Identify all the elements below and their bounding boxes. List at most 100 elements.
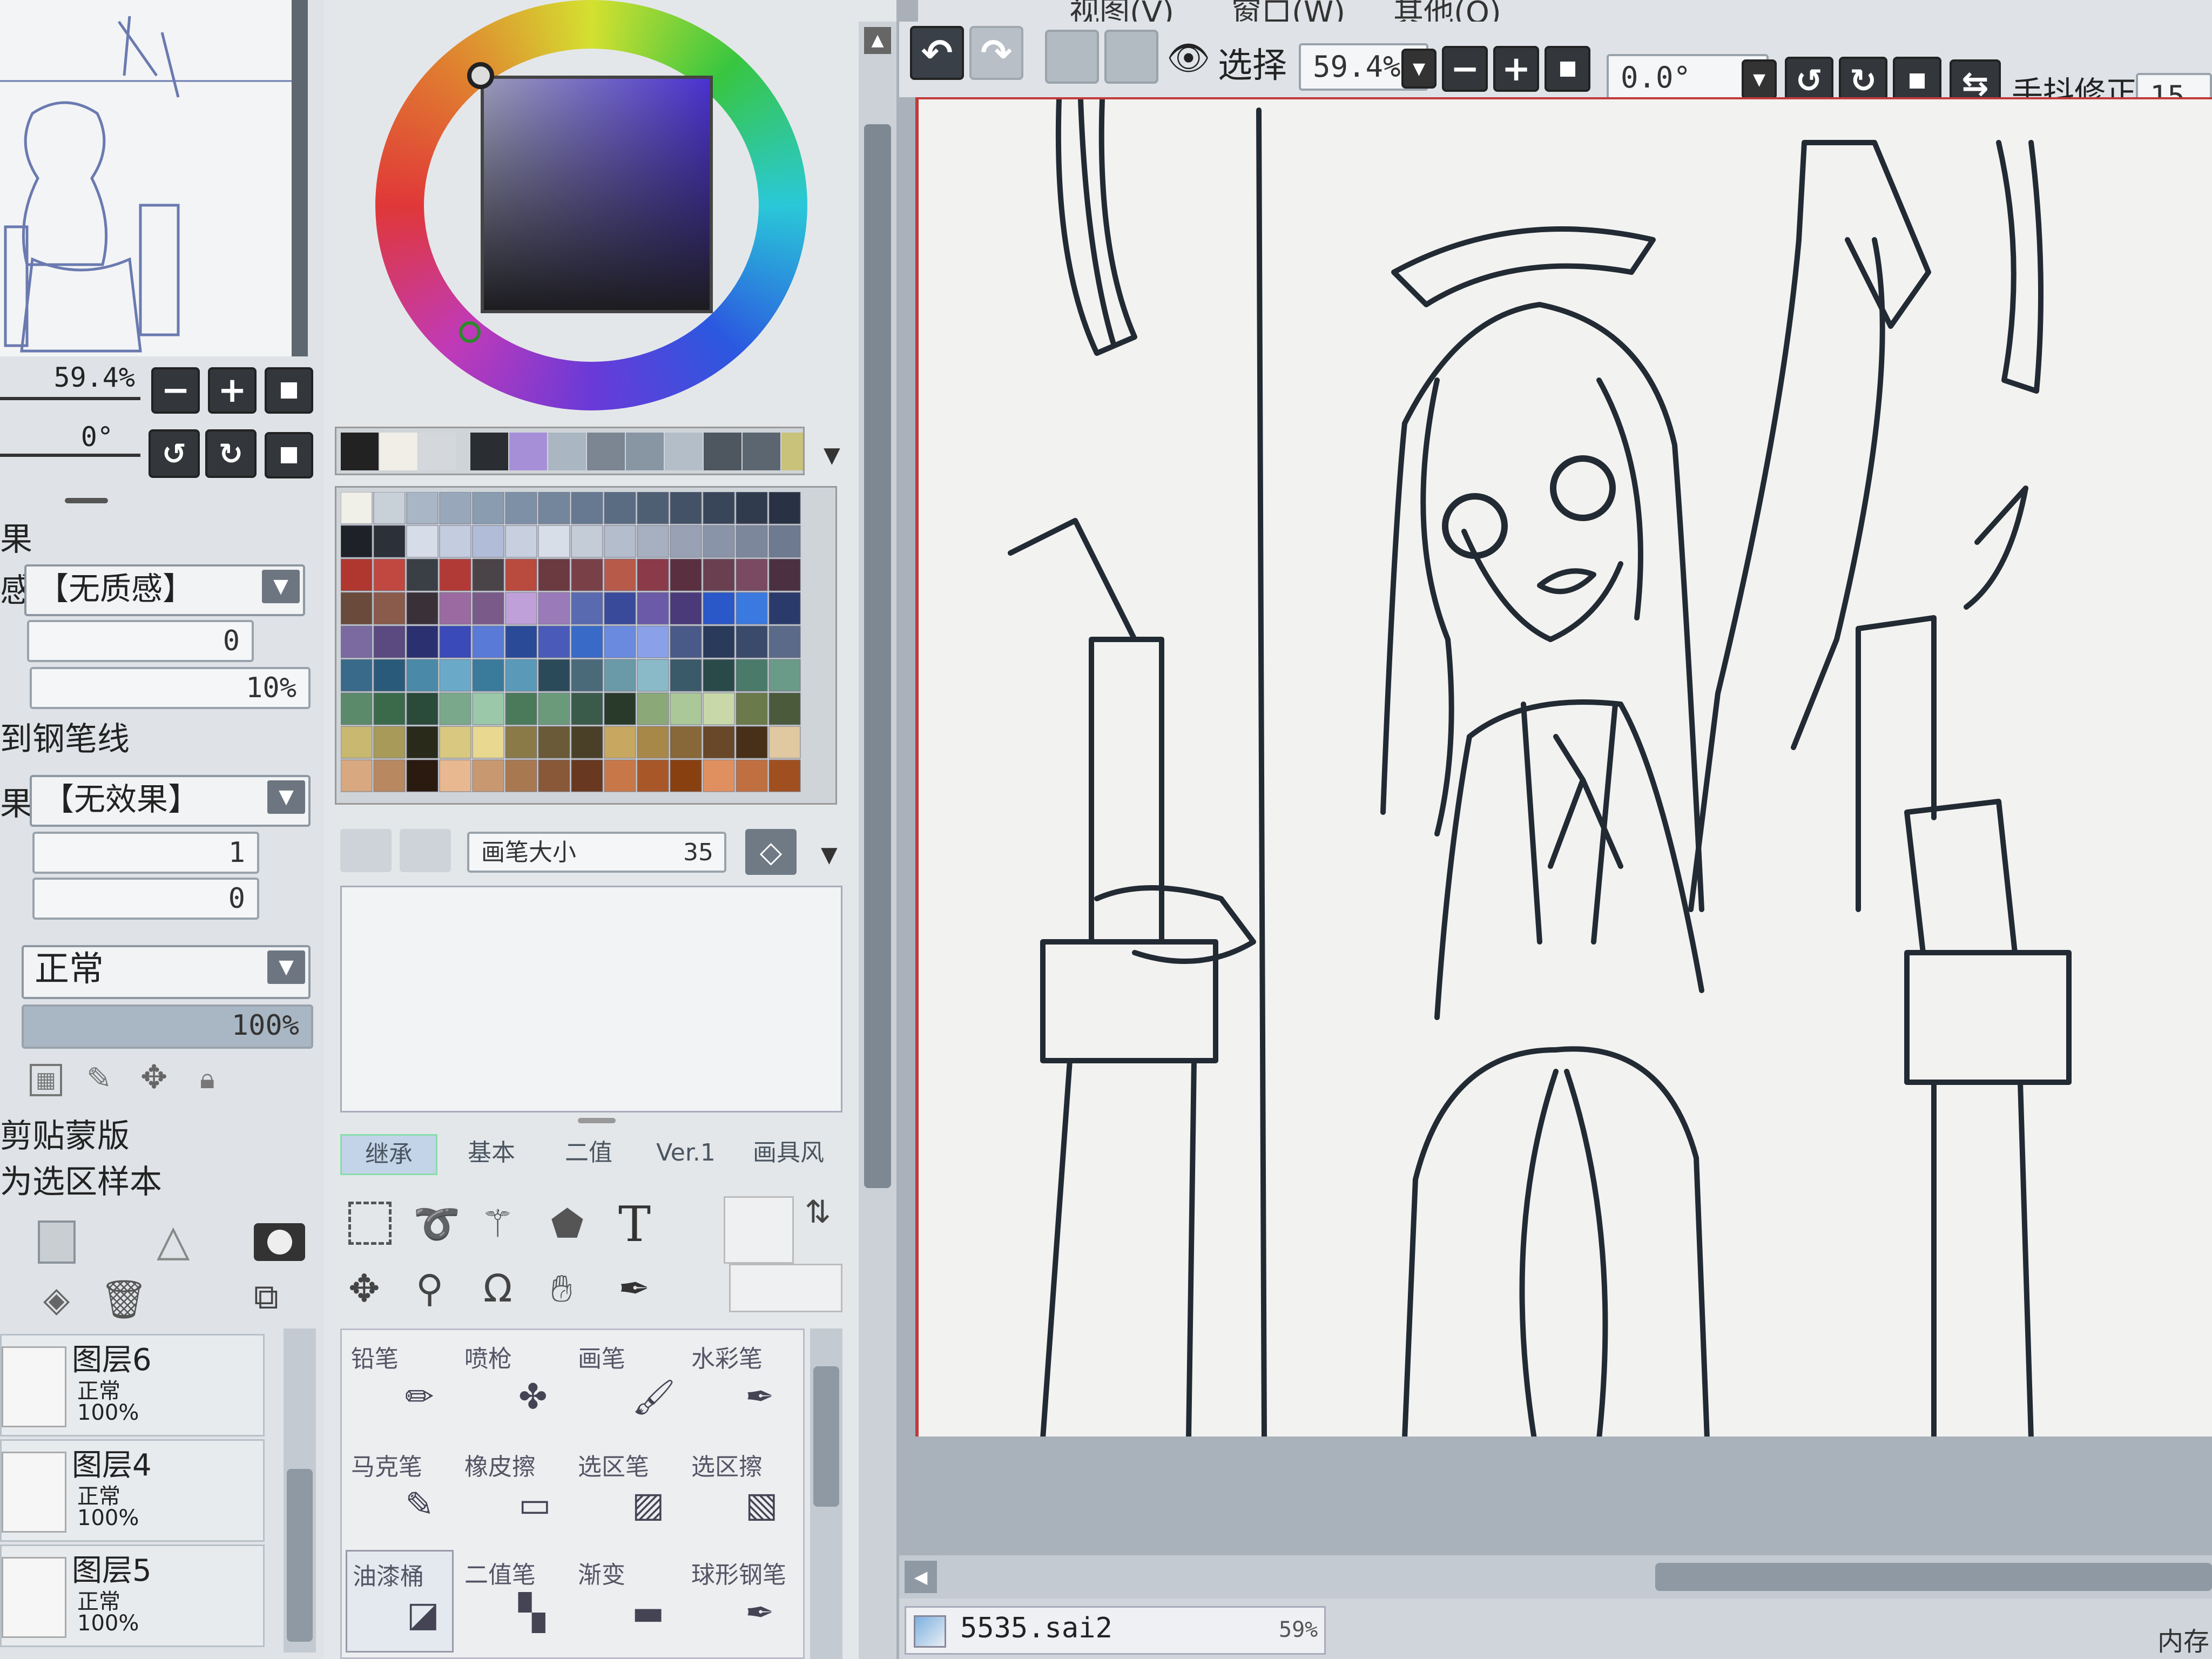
palette-swatch[interactable]: [538, 492, 570, 524]
tab-binary[interactable]: 二值: [545, 1134, 632, 1172]
layer-row[interactable]: 图层6 正常 100%: [0, 1334, 265, 1437]
palette-swatch[interactable]: [505, 492, 537, 524]
palette-swatch[interactable]: [703, 492, 735, 524]
chevron-down-icon[interactable]: ▼: [1401, 49, 1437, 89]
palette-swatch[interactable]: [604, 625, 636, 658]
brush-tool-item[interactable]: 选区笔 ▨: [572, 1442, 680, 1545]
brush-tool-item[interactable]: 选区擦 ▧: [686, 1442, 794, 1545]
palette-swatch[interactable]: [538, 759, 570, 792]
palette-swatch[interactable]: [604, 525, 636, 558]
palette-swatch[interactable]: [538, 558, 570, 591]
magic-wand-icon[interactable]: ⚚: [481, 1202, 529, 1246]
scrollbar-thumb[interactable]: [813, 1366, 839, 1507]
palette-swatch[interactable]: [341, 659, 373, 692]
brush-mode-button[interactable]: [340, 829, 392, 872]
palette-swatch[interactable]: [373, 492, 406, 524]
palette-swatch[interactable]: [637, 726, 669, 759]
merge-layer-icon[interactable]: ⧉: [254, 1277, 302, 1320]
palette-swatch[interactable]: [768, 492, 801, 524]
palette-swatch[interactable]: [406, 625, 439, 658]
palette-swatch[interactable]: [768, 659, 801, 692]
palette-swatch[interactable]: [571, 592, 603, 625]
palette-swatch[interactable]: [637, 659, 669, 692]
invert-selection-button[interactable]: [1104, 30, 1158, 84]
brush-tool-item[interactable]: 画笔 🖌︎: [572, 1334, 680, 1437]
text-tool-icon[interactable]: T: [618, 1196, 667, 1253]
brush-size-slider[interactable]: 画笔大小 35: [467, 832, 726, 873]
palette-swatch[interactable]: [670, 592, 702, 625]
palette-swatch[interactable]: [439, 625, 471, 658]
palette-swatch[interactable]: [538, 625, 570, 658]
chevron-up-icon[interactable]: ▲: [864, 27, 891, 54]
palette-swatch[interactable]: [406, 759, 439, 792]
palette-swatch[interactable]: [439, 726, 471, 759]
panel-splitter[interactable]: [578, 1118, 616, 1123]
brush-mode-button-2[interactable]: [400, 829, 451, 872]
tab-painttool[interactable]: 画具风: [740, 1134, 837, 1172]
delete-layer-icon[interactable]: 🗑︎: [100, 1277, 148, 1321]
palette-swatch[interactable]: [670, 759, 702, 792]
palette-swatch[interactable]: [571, 759, 603, 792]
palette-swatch[interactable]: [538, 659, 570, 692]
palette-swatch[interactable]: [703, 625, 735, 658]
hand-tool-icon[interactable]: ✋︎: [551, 1266, 599, 1311]
palette-swatch[interactable]: [703, 759, 735, 792]
document-tab[interactable]: 5535.sai2 59%: [905, 1606, 1326, 1655]
palette-swatch[interactable]: [736, 726, 768, 759]
lock-all-icon[interactable]: 🔒︎: [200, 1063, 232, 1095]
palette-swatch[interactable]: [571, 525, 603, 558]
palette-swatch[interactable]: [736, 558, 768, 591]
palette-swatch[interactable]: [736, 625, 768, 658]
recent-colors-bar[interactable]: [335, 427, 805, 475]
palette-swatch[interactable]: [472, 759, 504, 792]
palette-swatch[interactable]: [341, 759, 373, 792]
palette-swatch[interactable]: [637, 759, 669, 792]
palette-swatch[interactable]: [406, 726, 439, 759]
layer-opacity-slider[interactable]: 100%: [22, 1004, 313, 1049]
tab-basic[interactable]: 基本: [448, 1134, 535, 1172]
palette-swatch[interactable]: [538, 525, 570, 558]
brush-tool-item[interactable]: 二值笔 ▚: [459, 1550, 567, 1653]
palette-swatch[interactable]: [670, 625, 702, 658]
palette-swatch[interactable]: [373, 692, 406, 725]
palette-swatch[interactable]: [505, 692, 537, 725]
primary-color-swatch[interactable]: [724, 1196, 794, 1264]
effect-width-field[interactable]: 1: [32, 832, 259, 874]
palette-swatch[interactable]: [571, 726, 603, 759]
eraser-mode-icon[interactable]: ◇: [745, 829, 797, 875]
chevron-down-icon[interactable]: ▼: [821, 842, 838, 867]
palette-swatch[interactable]: [472, 492, 504, 524]
clipping-mask-label[interactable]: 剪贴蒙版: [0, 1110, 130, 1157]
lock-transparency-icon[interactable]: ▦: [30, 1064, 62, 1096]
new-layer-icon[interactable]: [38, 1220, 76, 1264]
palette-swatch[interactable]: [571, 492, 603, 524]
palette-swatch[interactable]: [637, 525, 669, 558]
palette-swatch[interactable]: [472, 659, 504, 692]
rect-select-icon[interactable]: [348, 1202, 392, 1245]
palette-swatch[interactable]: [373, 558, 406, 591]
palette-swatch[interactable]: [373, 726, 406, 759]
palette-swatch[interactable]: [637, 492, 669, 524]
texture-strength-field[interactable]: 10%: [30, 667, 311, 709]
palette-swatch[interactable]: [341, 592, 373, 625]
nav-angle-slider[interactable]: [0, 454, 140, 457]
palette-swatch[interactable]: [768, 692, 801, 725]
palette-swatch[interactable]: [439, 759, 471, 792]
palette-swatch[interactable]: [637, 558, 669, 591]
palette-swatch[interactable]: [736, 492, 768, 524]
nav-zoom-slider[interactable]: [0, 397, 140, 400]
palette-swatch[interactable]: [505, 659, 537, 692]
canvas-horizontal-scrollbar[interactable]: ◀: [899, 1555, 2212, 1599]
palette-swatch[interactable]: [439, 592, 471, 625]
palette-swatch[interactable]: [703, 659, 735, 692]
palette-swatch[interactable]: [703, 525, 735, 558]
drawing-canvas[interactable]: [915, 97, 2212, 1437]
palette-swatch[interactable]: [341, 692, 373, 725]
canvas-zoom-in-button[interactable]: +: [1493, 46, 1539, 92]
palette-swatch[interactable]: [373, 592, 406, 625]
palette-swatch[interactable]: [373, 759, 406, 792]
palette-swatch[interactable]: [670, 659, 702, 692]
palette-swatch[interactable]: [768, 625, 801, 658]
palette-swatch[interactable]: [373, 525, 406, 558]
brush-tool-item[interactable]: 铅笔 ✏︎: [346, 1334, 454, 1437]
